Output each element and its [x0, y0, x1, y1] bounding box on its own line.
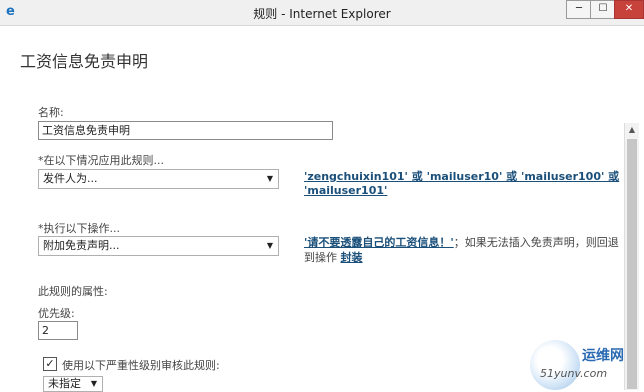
maximize-button[interactable]: ☐ [590, 0, 616, 19]
fallback-line: 到操作 封装 [304, 250, 363, 266]
watermark-text: 运维网 [582, 348, 624, 364]
watermark-logo [530, 340, 580, 390]
condition-label: *在以下情况应用此规则... [38, 154, 164, 167]
condition-select[interactable]: 发件人为... ▼ [38, 169, 279, 189]
severity-selected: 未指定 [48, 377, 81, 390]
title-bar: e 规则 - Internet Explorer ─ ☐ ✕ [0, 0, 644, 26]
close-button[interactable]: ✕ [614, 0, 644, 19]
dropdown-arrow-icon: ▼ [90, 379, 97, 388]
page-title: 工资信息免责申明 [20, 52, 149, 71]
dropdown-arrow-icon: ▼ [266, 241, 273, 250]
name-label: 名称: [38, 106, 64, 119]
vertical-scrollbar[interactable]: ▲ [624, 123, 639, 390]
action-label: *执行以下操作... [38, 222, 120, 235]
audit-checkbox[interactable]: ✓ [43, 357, 57, 371]
properties-label: 此规则的属性: [38, 285, 108, 298]
priority-label: 优先级: [38, 307, 75, 320]
fallback-note-2: 到操作 [304, 251, 337, 264]
action-select[interactable]: 附加免责声明... ▼ [38, 236, 279, 256]
watermark-url: 51yunv.com [540, 367, 608, 380]
fallback-link[interactable]: 封装 [341, 251, 363, 264]
fallback-note: ；如果无法插入免责声明，则回退 [453, 236, 619, 249]
minimize-button[interactable]: ─ [566, 0, 592, 19]
disclaimer-link[interactable]: '请不要透露自己的工资信息！' [304, 236, 454, 249]
checkmark-icon: ✓ [45, 357, 55, 370]
priority-input[interactable]: 2 [38, 321, 78, 340]
scroll-up-icon[interactable]: ▲ [625, 123, 639, 137]
condition-link-line1[interactable]: 'zengchuixin101' 或 'mailuser10' 或 'mailu… [304, 170, 619, 184]
window-title: 规则 - Internet Explorer [253, 7, 391, 21]
audit-label: 使用以下严重性级别审核此规则: [62, 359, 220, 372]
scroll-thumb[interactable] [627, 139, 637, 389]
name-input[interactable]: 工资信息免责申明 [38, 121, 333, 140]
condition-link-line2[interactable]: 'mailuser101' [304, 184, 387, 198]
dropdown-arrow-icon: ▼ [266, 174, 273, 183]
content-frame [2, 26, 642, 390]
condition-selected: 发件人为... [43, 172, 98, 185]
action-selected: 附加免责声明... [43, 239, 120, 252]
action-description: '请不要透露自己的工资信息！'；如果无法插入免责声明，则回退 [304, 235, 619, 251]
